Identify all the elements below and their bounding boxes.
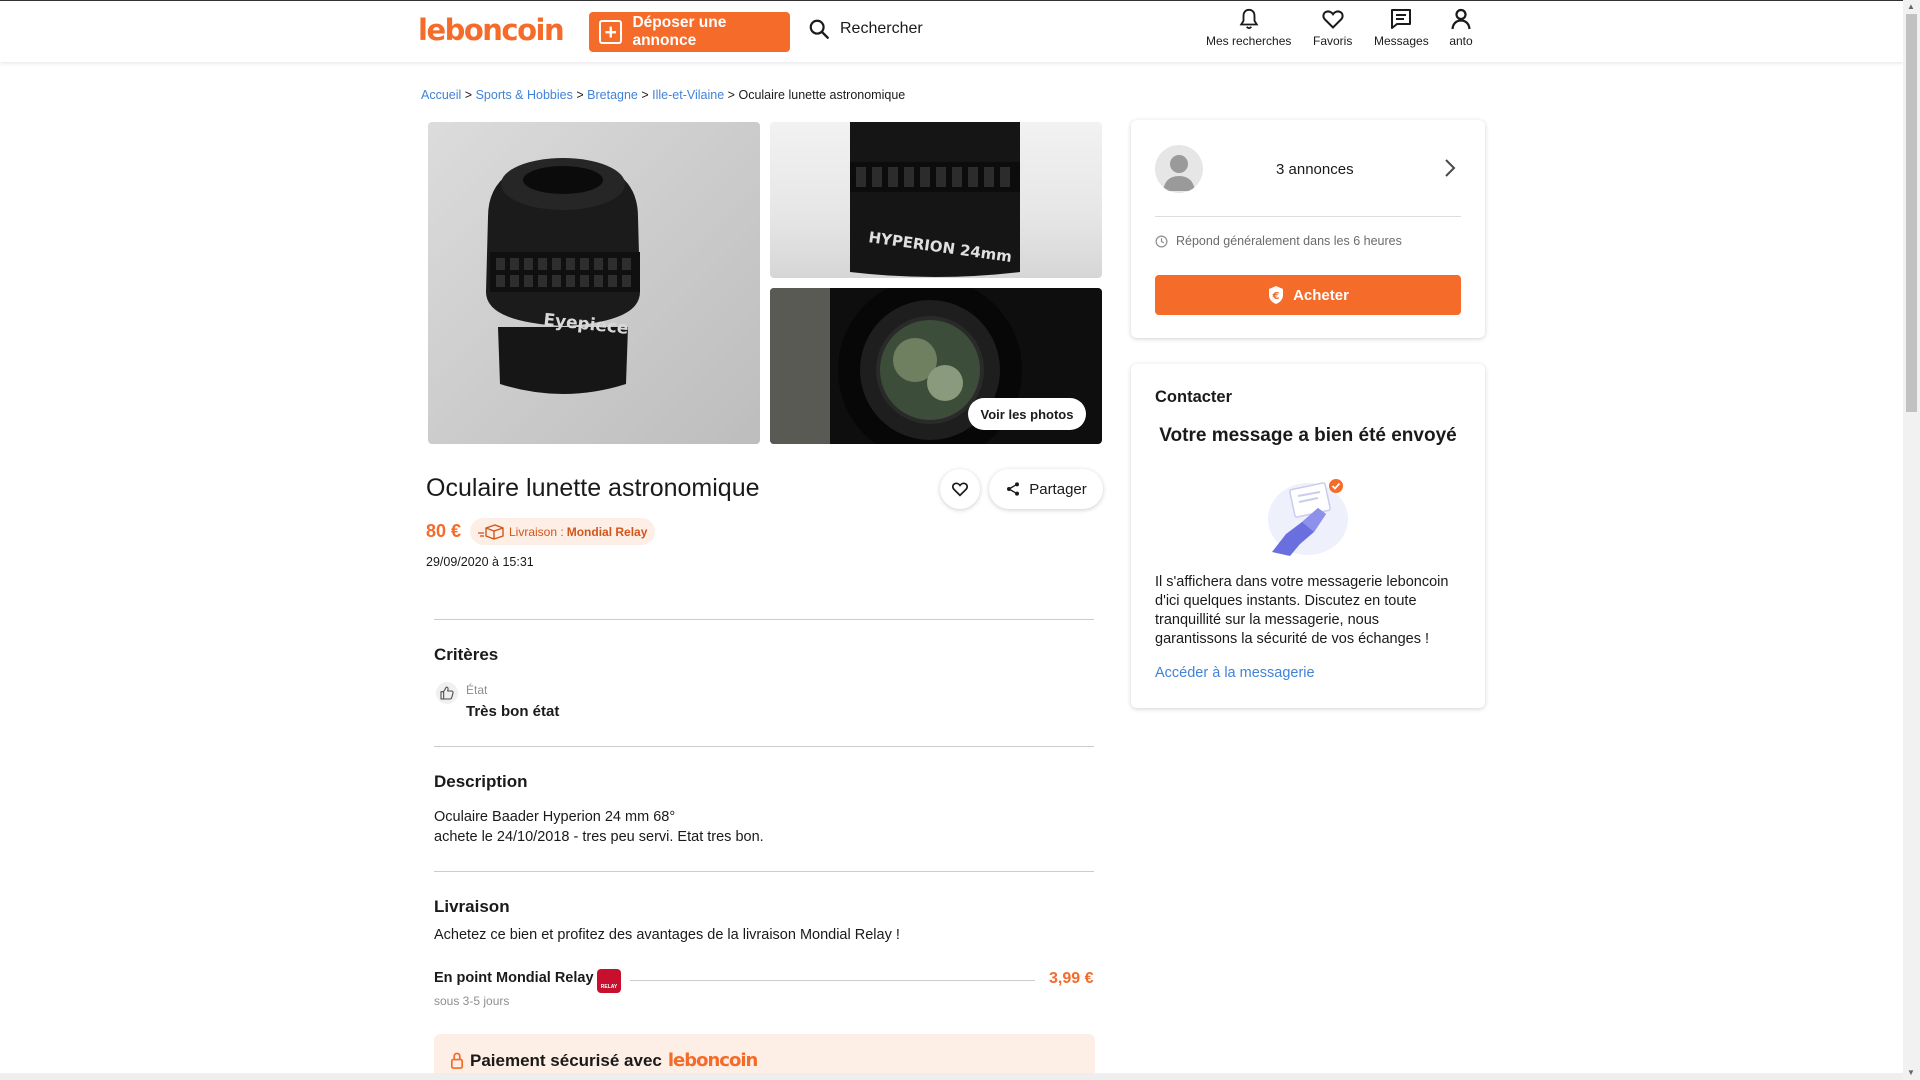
criteria-title: Critères (434, 645, 499, 664)
main-photo[interactable]: Eyepiece (428, 122, 760, 444)
breadcrumb-separator: > (464, 88, 473, 102)
message-sent-title: Votre message a bien été envoyé (1159, 425, 1457, 446)
response-time-text: Répond généralement dans les 6 heures (1176, 234, 1402, 248)
leboncoin-logo[interactable]: leboncoin (418, 13, 565, 47)
deposit-ad-button[interactable]: + Déposer une annonce (589, 12, 790, 52)
nav-my-searches[interactable]: Mes recherches (1206, 7, 1291, 48)
heart-icon (952, 482, 968, 497)
breadcrumb-separator: > (727, 88, 735, 102)
vertical-scrollbar[interactable]: ▲ ▼ (1903, 0, 1920, 1080)
listing-date: 29/09/2020 à 15:31 (426, 555, 534, 569)
clock-icon (1155, 235, 1168, 247)
deposit-ad-label: Déposer une annonce (632, 14, 727, 49)
nav-label: Messages (1374, 34, 1429, 48)
see-photos-button[interactable]: Voir les photos (968, 398, 1086, 430)
lock-icon (450, 1052, 464, 1069)
relay-option-delay: sous 3-5 jours (434, 994, 510, 1008)
divider (1155, 216, 1461, 217)
delivery-title: Livraison (434, 897, 510, 916)
relay-option-name: En point Mondial Relay (434, 970, 594, 986)
heart-icon (1322, 10, 1344, 29)
breadcrumb-link[interactable]: Accueil (421, 88, 461, 102)
nav-label: anto (1449, 34, 1473, 48)
divider (434, 746, 1094, 747)
scrollbar-thumb[interactable] (1906, 14, 1917, 412)
breadcrumb-current: Oculaire lunette astronomique (738, 88, 906, 102)
breadcrumb-link[interactable]: Ille-et-Vilaine (652, 88, 724, 102)
svg-text:€: € (1272, 291, 1280, 302)
favorite-button[interactable] (940, 469, 980, 509)
listing-price: 80 € (426, 521, 462, 541)
breadcrumb: Accueil > Sports & Hobbies > Bretagne > … (421, 88, 905, 102)
plus-icon: + (599, 20, 623, 44)
avatar[interactable] (1155, 145, 1203, 193)
delivery-prefix: Livraison : (509, 524, 564, 539)
dotted-separator (630, 980, 1035, 981)
search-label: Rechercher (840, 20, 923, 37)
eyepiece-photo-drawing: Eyepiece (486, 158, 640, 394)
message-sent-body: Il s'affichera dans votre messagerie leb… (1155, 574, 1449, 647)
shield-euro-icon: € (1269, 286, 1284, 304)
breadcrumb-separator: > (641, 88, 649, 102)
user-icon (1451, 8, 1471, 30)
description-title: Description (434, 772, 528, 791)
criteria-label: État (466, 683, 488, 697)
share-label: Partager (1029, 480, 1087, 498)
nav-label: Mes recherches (1206, 34, 1292, 48)
buy-label: Acheter (1293, 286, 1349, 304)
description-line: achete le 24/10/2018 - tres peu servi. E… (434, 829, 764, 845)
secure-brand-logo: leboncoin (667, 1050, 758, 1071)
criteria-value: Très bon état (466, 703, 560, 720)
response-time: Répond généralement dans les 6 heures (1155, 234, 1402, 248)
listing-title: Oculaire lunette astronomique (426, 474, 760, 502)
package-icon (478, 523, 504, 540)
delivery-text: Achetez ce bien et profitez des avantage… (434, 927, 900, 943)
nav-account[interactable]: anto (1449, 7, 1473, 48)
delivery-carrier: Mondial Relay (566, 524, 648, 539)
delivery-badge: Livraison : Mondial Relay (470, 518, 656, 545)
breadcrumb-link[interactable]: Bretagne (587, 88, 638, 102)
scroll-down-arrow-icon[interactable]: ▼ (1907, 1068, 1915, 1077)
divider (434, 619, 1094, 620)
contact-title: Contacter (1155, 388, 1233, 406)
buy-button[interactable]: € Acheter (1155, 275, 1461, 315)
secure-payment-text: Paiement sécurisé avec leboncoin (450, 1050, 758, 1071)
share-button[interactable]: Partager (989, 469, 1103, 509)
chevron-right-icon[interactable] (1444, 158, 1456, 178)
seller-ads-count[interactable]: 3 annonces (1276, 161, 1354, 178)
scroll-up-arrow-icon[interactable]: ▲ (1907, 2, 1915, 11)
top-header: leboncoin + Déposer une annonce Recherch… (0, 0, 1903, 62)
message-sent-illustration (1268, 479, 1348, 556)
bell-icon (1239, 8, 1259, 30)
search-icon (809, 19, 829, 39)
relay-option-price: 3,99 € (1049, 970, 1094, 987)
description-line: Oculaire Baader Hyperion 24 mm 68° (434, 809, 676, 825)
go-to-inbox-link[interactable]: Accéder à la messagerie (1155, 665, 1315, 681)
messages-icon (1391, 9, 1412, 29)
divider (434, 871, 1094, 872)
horizontal-scroll-area (0, 1073, 1903, 1080)
thumbs-up-icon (436, 682, 458, 704)
mondial-relay-logo: RELAY (597, 969, 621, 993)
photo-thumbnail[interactable]: HYPERION 24mm (770, 122, 1102, 278)
breadcrumb-link[interactable]: Sports & Hobbies (476, 88, 573, 102)
nav-favorites[interactable]: Favoris (1313, 7, 1352, 48)
user-silhouette-icon (1163, 155, 1195, 191)
nav-messages[interactable]: Messages (1374, 7, 1429, 48)
eyepiece-side-photo-drawing: HYPERION 24mm (850, 122, 1020, 277)
share-icon (1007, 482, 1020, 496)
secure-prefix: Paiement sécurisé avec (470, 1050, 662, 1070)
nav-label: Favoris (1313, 34, 1353, 48)
search-button[interactable]: Rechercher (808, 18, 923, 40)
relay-logo-text: RELAY (600, 984, 618, 990)
breadcrumb-separator: > (576, 88, 584, 102)
